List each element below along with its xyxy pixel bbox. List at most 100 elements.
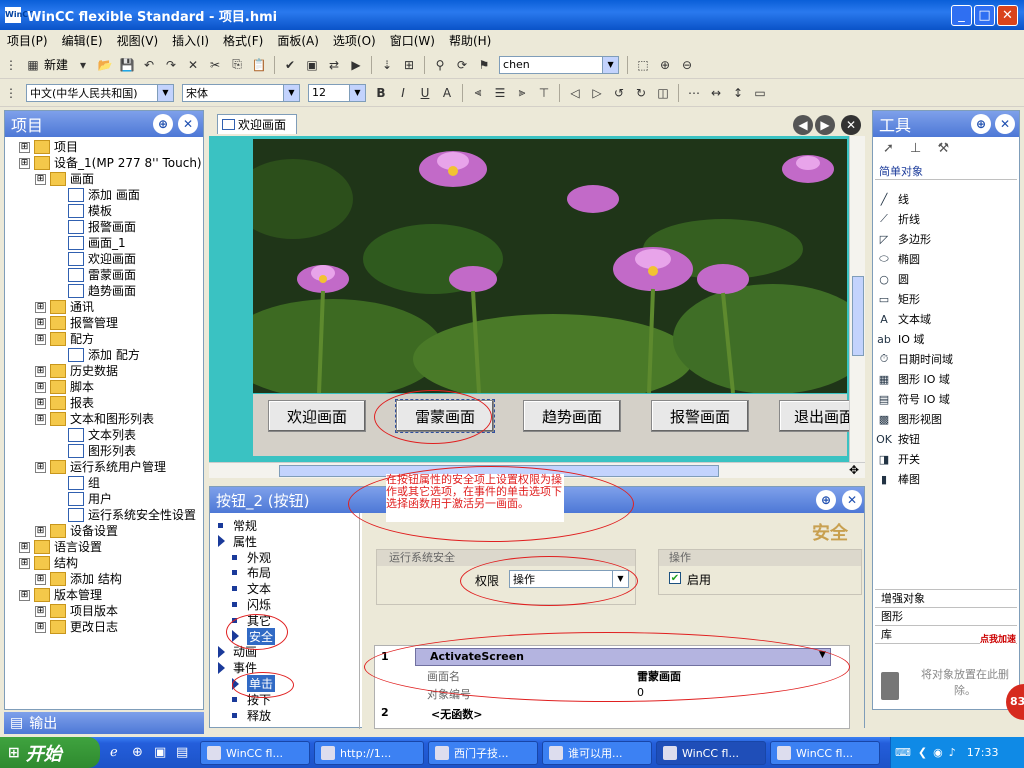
tree-item[interactable]: ⊞ 运行系统用户管理 [35, 459, 166, 475]
tool-item[interactable]: ⏱ 日期时间域 [876, 350, 953, 368]
tool-item[interactable]: OK 按钮 [876, 430, 920, 448]
zoom-in-icon[interactable]: ⊕ [656, 56, 674, 74]
tools-section-enhanced[interactable]: 增强对象 [875, 589, 1017, 607]
screen-button-alarm[interactable]: 报警画面 [651, 400, 749, 432]
expand-icon[interactable]: ⊞ [19, 589, 30, 601]
properties-nav-item[interactable]: 释放 [232, 707, 271, 724]
properties-nav-item[interactable]: 属性 [218, 533, 257, 550]
tool-item[interactable]: ◸ 多边形 [876, 230, 931, 248]
chevron-down-icon[interactable]: ▼ [157, 84, 173, 101]
same-height-icon[interactable]: ↕ [729, 84, 747, 102]
tree-item[interactable]: 组 [53, 475, 100, 491]
find-icon[interactable]: ⚑ [475, 56, 493, 74]
speed-up-ad-label[interactable]: 点我加速 [980, 632, 1017, 645]
quicklaunch-app-icon[interactable]: ▣ [154, 745, 166, 760]
tree-item[interactable]: ⊞ 项目版本 [35, 603, 118, 619]
tool-item[interactable]: ○ 圆 [876, 270, 909, 288]
flip-icon[interactable]: ◁ [566, 84, 584, 102]
hierarchy-icon[interactable]: ⊞ [400, 56, 418, 74]
same-width-icon[interactable]: ↔ [707, 84, 725, 102]
check-icon[interactable]: ✔ [281, 56, 299, 74]
expand-icon[interactable]: ⊞ [35, 461, 46, 473]
expand-icon[interactable]: ⊞ [35, 413, 46, 425]
new-icon[interactable]: ▦ [24, 56, 42, 74]
expand-icon[interactable]: ⊞ [19, 541, 30, 553]
keyboard-icon[interactable]: ⌨ [895, 746, 911, 759]
select-area-icon[interactable]: ⬚ [634, 56, 652, 74]
properties-nav-item[interactable]: 文本 [232, 580, 271, 597]
vertical-scroll-thumb[interactable] [852, 276, 864, 356]
save-icon[interactable]: 💾 [118, 56, 136, 74]
undo-icon[interactable]: ↶ [140, 56, 158, 74]
align-right-icon[interactable]: ⫸ [513, 84, 531, 102]
tool-item[interactable]: ▩ 图形视图 [876, 410, 942, 428]
close-panel-icon[interactable]: ✕ [178, 114, 198, 134]
tray-expand-icon[interactable]: ❮ [918, 746, 927, 759]
properties-nav-item[interactable]: 布局 [232, 564, 271, 581]
tree-item[interactable]: ⊞ 更改日志 [35, 619, 118, 635]
library-drop-area[interactable]: 将对象放置在此删除。 [875, 643, 1017, 707]
download-icon[interactable]: ⇣ [378, 56, 396, 74]
expand-icon[interactable]: ⊞ [19, 157, 30, 169]
tool-item[interactable]: A 文本域 [876, 310, 931, 328]
pin-icon[interactable]: ⊕ [971, 114, 991, 134]
tree-item[interactable]: 模板 [53, 203, 112, 219]
tool-item[interactable]: ▦ 图形 IO 域 [876, 370, 950, 388]
rotate-left-icon[interactable]: ↺ [610, 84, 628, 102]
tab-next-icon[interactable]: ▶ [815, 115, 835, 135]
new-button-label[interactable]: 新建 [44, 56, 68, 73]
bold-icon[interactable]: B [372, 84, 390, 102]
tree-item[interactable]: ⊞ 添加 结构 [35, 571, 122, 587]
copy-icon[interactable]: ⎘ [228, 56, 246, 74]
close-button[interactable]: ✕ [997, 5, 1018, 26]
volume-icon[interactable]: ♪ [949, 746, 956, 759]
distribute-icon[interactable]: ⋯ [685, 84, 703, 102]
layer-icon[interactable]: ◫ [654, 84, 672, 102]
replace-icon[interactable]: ⟳ [453, 56, 471, 74]
tool-item[interactable]: ▭ 矩形 [876, 290, 920, 308]
stamp-icon[interactable]: ⊥ [910, 141, 921, 156]
menu-edit[interactable]: 编辑(E) [55, 32, 110, 49]
tree-item[interactable]: ⊞ 文本和图形列表 [35, 411, 154, 427]
expand-icon[interactable]: ⊞ [35, 621, 46, 633]
tab-welcome-screen[interactable]: 欢迎画面 [217, 114, 297, 134]
simple-objects-category[interactable]: 简单对象 [879, 163, 923, 179]
tool-item[interactable]: ▤ 符号 IO 域 [876, 390, 950, 408]
user-combo[interactable]: chen ▼ [499, 55, 620, 74]
menu-window[interactable]: 窗口(W) [383, 32, 442, 49]
font-size-combo[interactable]: 12 ▼ [308, 83, 366, 102]
transfer-icon[interactable]: ⇄ [325, 56, 343, 74]
expand-icon[interactable]: ⊞ [35, 301, 46, 313]
expand-icon[interactable]: ⊞ [35, 397, 46, 409]
tab-prev-icon[interactable]: ◀ [793, 115, 813, 135]
tool-item[interactable]: ╱ 线 [876, 190, 909, 208]
compile-icon[interactable]: ▣ [303, 56, 321, 74]
tree-item[interactable]: 报警画面 [53, 219, 136, 235]
menu-help[interactable]: 帮助(H) [442, 32, 498, 49]
tree-item[interactable]: ⊞ 画面 [35, 171, 94, 187]
function-row-2-empty[interactable]: <无函数> [431, 706, 482, 722]
tree-item[interactable]: 雷蒙画面 [53, 267, 136, 283]
task-wincc-2[interactable]: WinCC fl... [656, 741, 766, 765]
minimize-button[interactable]: _ [951, 5, 972, 26]
tree-item[interactable]: 添加 画面 [53, 187, 140, 203]
properties-nav-item[interactable]: 常规 [218, 517, 257, 534]
task-browser[interactable]: http://1... [314, 741, 424, 765]
close-panel-icon[interactable]: ✕ [842, 490, 862, 510]
cut-icon[interactable]: ✂ [206, 56, 224, 74]
tree-item[interactable]: 图形列表 [53, 443, 136, 459]
tree-item[interactable]: 趋势画面 [53, 283, 136, 299]
expand-icon[interactable]: ⊞ [35, 333, 46, 345]
tree-item[interactable]: ⊞ 结构 [19, 555, 78, 571]
pin-icon[interactable]: ⊕ [816, 490, 836, 510]
network-icon[interactable]: ◉ [933, 746, 943, 759]
tree-item[interactable]: 添加 配方 [53, 347, 140, 363]
tools-section-graphics[interactable]: 图形 [875, 607, 1017, 625]
tree-item[interactable]: 画面_1 [53, 235, 126, 251]
task-wincc-3[interactable]: WinCC fl... [770, 741, 880, 765]
menu-view[interactable]: 视图(V) [110, 32, 166, 49]
wrench-icon[interactable]: ⚒ [938, 141, 950, 156]
expand-icon[interactable]: ⊞ [35, 317, 46, 329]
tree-item[interactable]: ⊞ 通讯 [35, 299, 94, 315]
delete-icon[interactable]: ✕ [184, 56, 202, 74]
